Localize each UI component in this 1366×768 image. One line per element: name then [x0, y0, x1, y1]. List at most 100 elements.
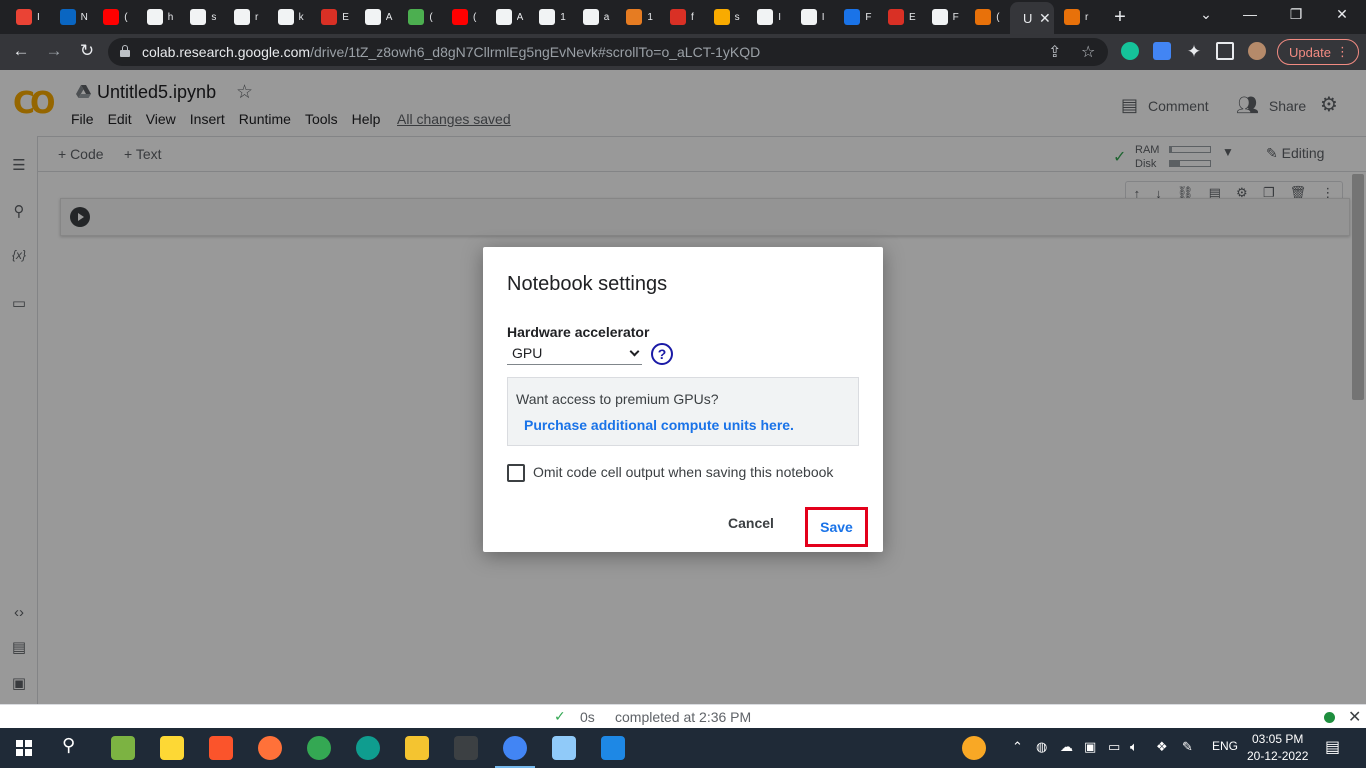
- battery-icon[interactable]: ▭: [1108, 739, 1120, 755]
- connection-status-dot: [1324, 712, 1335, 723]
- windows-taskbar: ⚲ ⌃ ◍ ☁ ▣ ▭ 🔈︎ ❖ ✎ ENG 03:05 PM 20-12-20…: [0, 728, 1366, 768]
- close-window-button[interactable]: ✕: [1332, 6, 1352, 23]
- tab-title: a: [603, 11, 610, 23]
- system-clock[interactable]: 03:05 PM 20-12-2022: [1247, 731, 1308, 765]
- tab-title: (: [429, 11, 433, 23]
- browser-tab[interactable]: I: [749, 4, 789, 30]
- tab-favicon-icon: [495, 9, 512, 25]
- chevron-down-icon: [629, 346, 640, 357]
- address-bar[interactable]: colab.research.google.com/drive/1tZ_z8ow…: [108, 38, 1108, 66]
- browser-tab[interactable]: 1: [531, 4, 571, 30]
- hardware-accelerator-value: GPU: [512, 345, 543, 361]
- omit-output-checkbox[interactable]: [507, 464, 525, 482]
- browser-tab[interactable]: A: [488, 4, 528, 30]
- browser-tab[interactable]: I: [793, 4, 833, 30]
- profile-avatar[interactable]: [1248, 42, 1266, 60]
- tab-favicon-icon: [931, 9, 948, 25]
- close-status-icon[interactable]: ✕: [1348, 707, 1361, 727]
- restore-button[interactable]: ❐: [1286, 6, 1306, 23]
- tab-favicon-icon: [277, 9, 294, 25]
- dialog-title: Notebook settings: [507, 273, 668, 295]
- extensions-puzzle-icon[interactable]: ✦: [1183, 42, 1205, 62]
- browser-tab[interactable]: s: [706, 4, 746, 30]
- bookmark-star-icon[interactable]: ☆: [1081, 42, 1095, 62]
- promo-text: Want access to premium GPUs?: [516, 391, 719, 407]
- status-bar: ✓ 0s completed at 2:36 PM ✕: [0, 704, 1366, 728]
- forward-icon[interactable]: →: [43, 41, 65, 61]
- notifications-icon[interactable]: ▤: [1325, 737, 1340, 757]
- paint-icon[interactable]: [552, 736, 576, 760]
- dropbox-icon[interactable]: ❖: [1156, 739, 1168, 755]
- browser-tab[interactable]: I: [8, 4, 48, 30]
- purchase-compute-link[interactable]: Purchase additional compute units here.: [524, 417, 794, 433]
- tab-title: s: [734, 11, 740, 23]
- side-panel-icon[interactable]: [1216, 42, 1234, 60]
- pen-icon[interactable]: ✎: [1182, 739, 1193, 755]
- browser-tab[interactable]: k: [270, 4, 310, 30]
- browser-tab[interactable]: 1: [618, 4, 658, 30]
- photos-icon[interactable]: [601, 736, 625, 760]
- browser-tab[interactable]: A: [357, 4, 397, 30]
- close-tab-icon[interactable]: ✕: [1039, 10, 1051, 27]
- onedrive-icon[interactable]: ☁: [1060, 739, 1073, 755]
- reload-icon[interactable]: ↻: [76, 41, 98, 61]
- browser-tab[interactable]: f: [662, 4, 702, 30]
- language-indicator[interactable]: ENG: [1212, 739, 1238, 753]
- lambda-app-icon[interactable]: [111, 736, 135, 760]
- translate-extension-icon[interactable]: [1153, 42, 1171, 60]
- volume-muted-icon[interactable]: 🔈︎: [1130, 739, 1138, 755]
- search-icon[interactable]: ⚲: [62, 735, 75, 756]
- tab-favicon-icon: [103, 9, 120, 25]
- tab-search-icon[interactable]: ⌄: [1196, 6, 1216, 23]
- tab-favicon-icon: [234, 9, 250, 25]
- tray-display-icon[interactable]: ▣: [1084, 739, 1096, 755]
- brave-browser-icon[interactable]: [209, 736, 233, 760]
- firefox-icon[interactable]: [258, 736, 282, 760]
- terminal-app-icon[interactable]: [454, 736, 478, 760]
- browser-tab-active[interactable]: U ✕: [1010, 2, 1054, 34]
- weather-icon[interactable]: [962, 736, 986, 760]
- hardware-accelerator-select[interactable]: GPU: [507, 343, 642, 365]
- browser-tab[interactable]: h: [139, 4, 179, 30]
- chrome-active-icon[interactable]: [495, 736, 535, 768]
- show-hidden-icons-chevron[interactable]: ⌃: [1012, 739, 1023, 755]
- cancel-button[interactable]: Cancel: [728, 515, 774, 531]
- sticky-notes-icon[interactable]: [160, 736, 184, 760]
- browser-tab[interactable]: (: [444, 4, 484, 30]
- chrome-icon[interactable]: [307, 736, 331, 760]
- browser-tab[interactable]: (: [400, 4, 440, 30]
- tab-title: A: [516, 11, 524, 23]
- tab-favicon-icon: [539, 9, 556, 25]
- save-button[interactable]: Save: [805, 507, 868, 547]
- browser-tab[interactable]: F: [836, 4, 876, 30]
- tray-app-icon[interactable]: ◍: [1036, 739, 1047, 755]
- execution-completed-text: completed at 2:36 PM: [615, 709, 752, 725]
- back-icon[interactable]: ←: [10, 41, 32, 61]
- new-tab-button[interactable]: +: [1110, 6, 1130, 29]
- browser-tab[interactable]: (: [967, 4, 1007, 30]
- tab-title: 1: [647, 11, 653, 23]
- tab-favicon-icon: [146, 9, 163, 25]
- browser-tab[interactable]: N: [52, 4, 92, 30]
- tab-favicon-icon: [582, 9, 599, 25]
- omit-output-label[interactable]: Omit code cell output when saving this n…: [533, 464, 833, 480]
- browser-tab[interactable]: E: [313, 4, 353, 30]
- file-explorer-icon[interactable]: [405, 736, 429, 760]
- browser-tab[interactable]: r: [226, 4, 266, 30]
- windows-start-icon[interactable]: [16, 740, 32, 756]
- update-button[interactable]: Update ⋮: [1277, 39, 1359, 65]
- share-page-icon[interactable]: ⇪: [1048, 42, 1061, 62]
- edge-icon[interactable]: [356, 736, 380, 760]
- url-text[interactable]: colab.research.google.com/drive/1tZ_z8ow…: [142, 44, 760, 60]
- browser-tab[interactable]: a: [575, 4, 615, 30]
- browser-tab[interactable]: s: [182, 4, 222, 30]
- browser-tab[interactable]: F: [924, 4, 964, 30]
- tab-title: F: [952, 11, 959, 23]
- minimize-button[interactable]: —: [1240, 6, 1260, 22]
- help-icon[interactable]: ?: [651, 343, 673, 365]
- browser-tab[interactable]: (: [95, 4, 135, 30]
- grammarly-extension-icon[interactable]: [1121, 42, 1139, 60]
- browser-tab[interactable]: E: [880, 4, 920, 30]
- browser-tab[interactable]: r: [1056, 4, 1096, 30]
- tab-title: 1: [560, 11, 566, 23]
